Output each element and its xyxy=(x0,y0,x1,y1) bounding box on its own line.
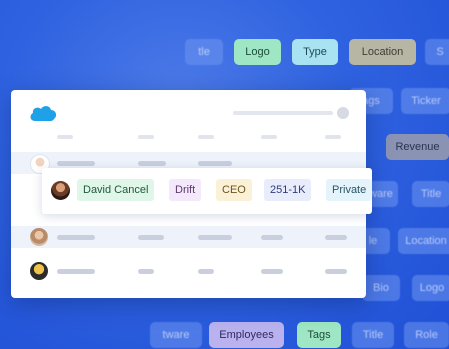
table-cell xyxy=(261,269,283,274)
bg-chip-title-3: Title xyxy=(352,322,394,348)
table-cell xyxy=(325,235,347,240)
column-header xyxy=(198,135,214,139)
avatar xyxy=(30,262,48,280)
column-header xyxy=(57,135,73,139)
title-tag: CEO xyxy=(216,179,252,201)
bg-chip-title-2: Title xyxy=(412,181,449,207)
bg-chip-location: Location xyxy=(349,39,416,65)
table-cell xyxy=(57,161,95,166)
table-cell xyxy=(57,269,95,274)
bg-chip-software: tware xyxy=(150,322,202,348)
contact-avatar xyxy=(51,181,70,200)
table-cell xyxy=(57,235,95,240)
bg-chip-title: tle xyxy=(185,39,223,65)
column-header xyxy=(138,135,154,139)
table-cell xyxy=(138,235,164,240)
bg-chip-bio: Bio xyxy=(362,275,400,301)
avatar xyxy=(30,228,48,246)
table-cell xyxy=(261,235,283,240)
header-avatar[interactable] xyxy=(337,107,349,119)
status-tag: Private xyxy=(326,179,373,201)
table-cell xyxy=(138,269,154,274)
company-size-tag: 251-1K xyxy=(264,179,312,201)
table-cell xyxy=(138,161,166,166)
company-tag: Drift xyxy=(169,179,202,201)
bg-chip-role: Role xyxy=(404,322,449,348)
cloud-logo-icon xyxy=(30,106,57,121)
bg-chip-ticker: Ticker xyxy=(401,88,449,114)
bg-chip-tags-2: Tags xyxy=(297,322,341,348)
bg-chip-s: S xyxy=(425,39,449,65)
contact-name-tag: David Cancel xyxy=(77,179,155,201)
highlighted-contact-row[interactable]: David Cancel Drift CEO 251-1K Private xyxy=(42,168,373,214)
column-header xyxy=(325,135,341,139)
bg-chip-revenue: Revenue xyxy=(386,134,449,160)
bg-chip-logo: Logo xyxy=(234,39,281,65)
header-search-placeholder xyxy=(233,111,333,115)
bg-chip-logo-2: Logo xyxy=(412,275,449,301)
column-header xyxy=(261,135,277,139)
bg-chip-type: Type xyxy=(292,39,338,65)
bg-chip-location-2: Location xyxy=(398,228,449,254)
table-cell xyxy=(325,269,347,274)
table-cell xyxy=(198,269,214,274)
bg-chip-employees: Employees xyxy=(209,322,284,348)
table-cell xyxy=(198,161,232,166)
table-cell xyxy=(198,235,232,240)
